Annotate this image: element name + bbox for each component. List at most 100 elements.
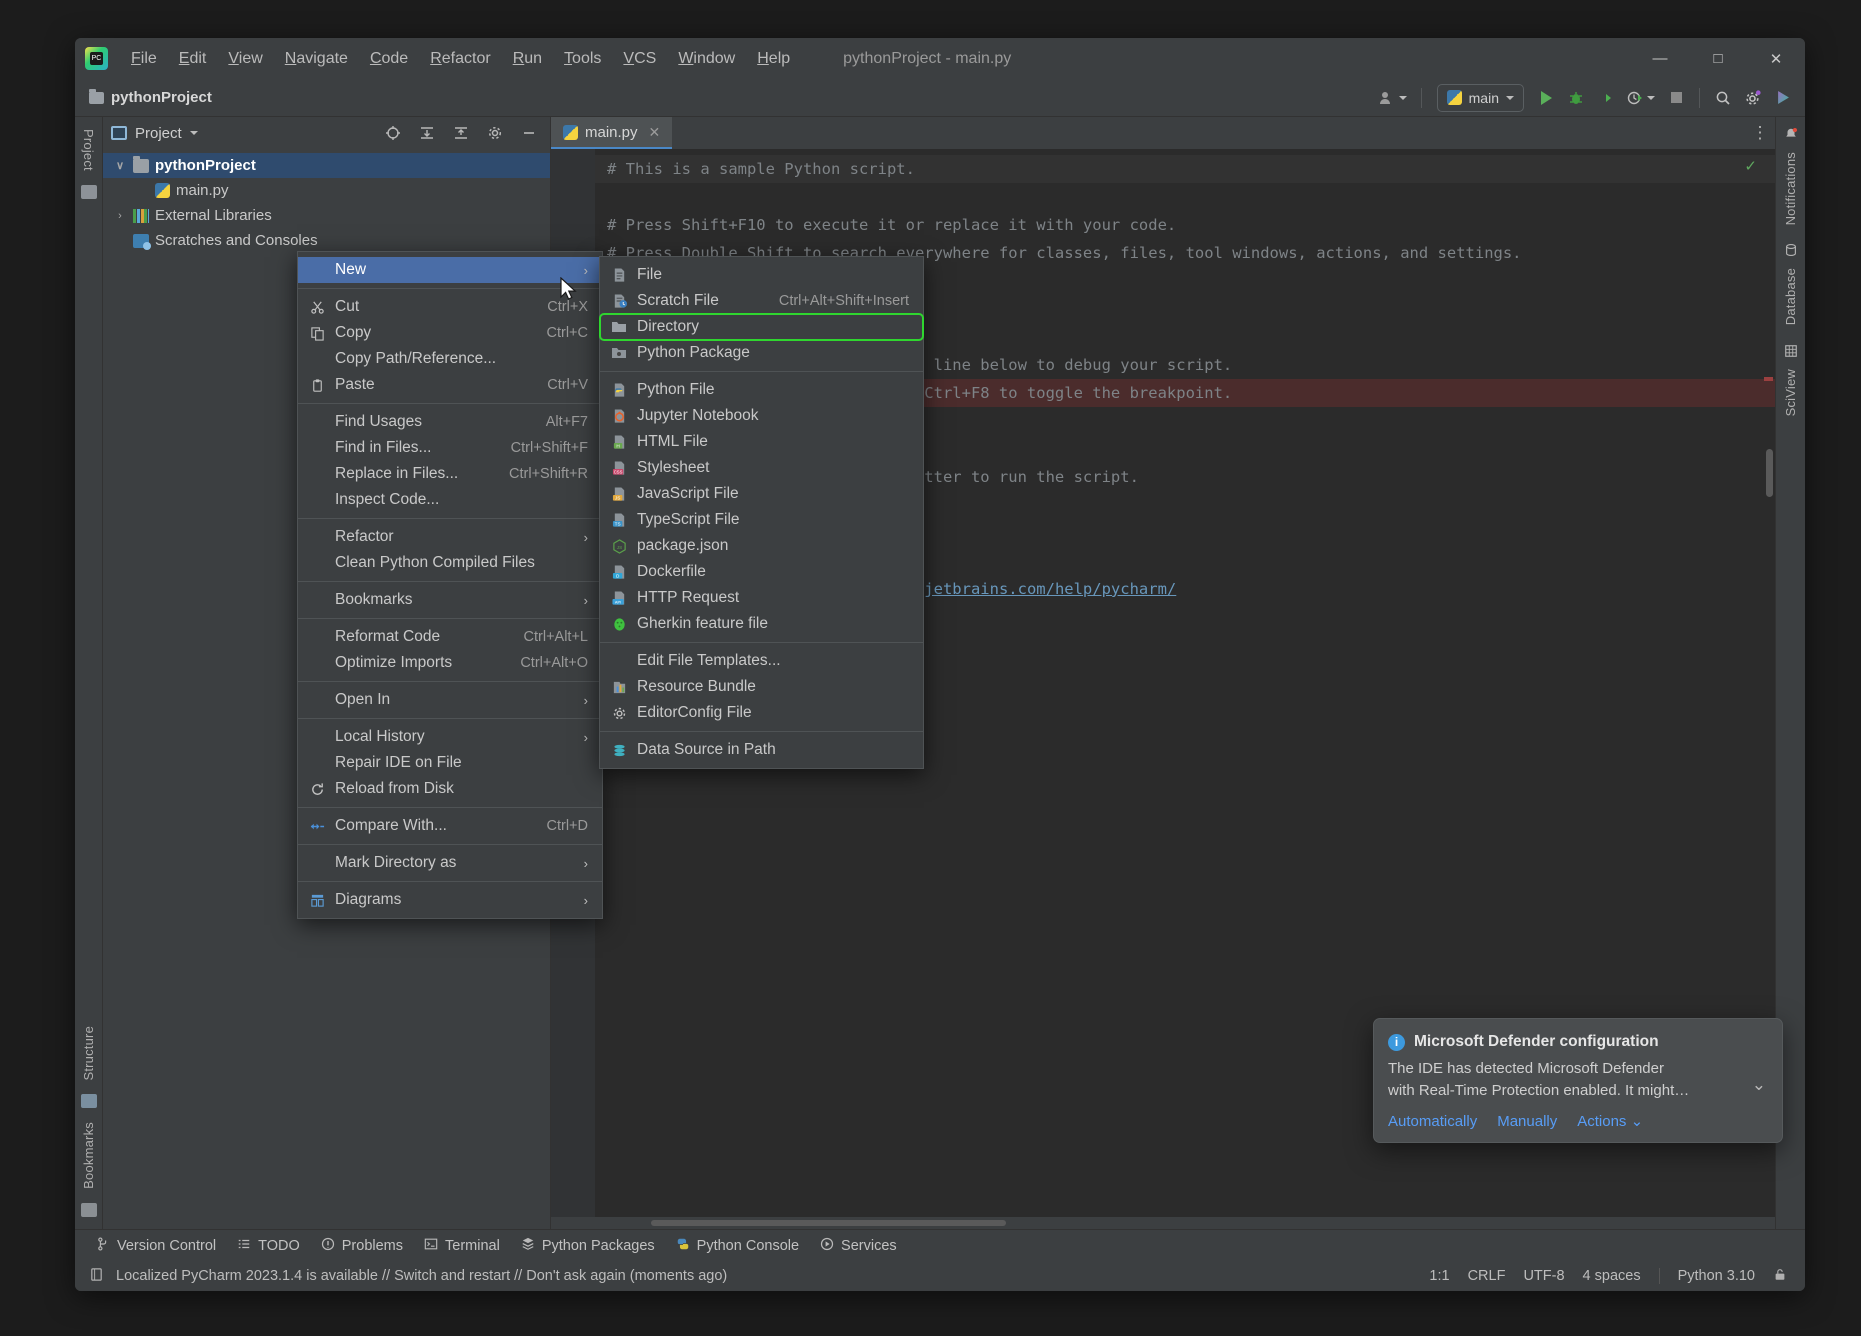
select-opened-file-icon[interactable] (380, 120, 406, 146)
chevron-down-icon[interactable]: ⌄ (1752, 1075, 1766, 1095)
menu-item-html-file[interactable]: H HTML File (600, 429, 923, 455)
more-actions-icon[interactable]: ⋮ (1745, 117, 1775, 149)
right-strip-item-database[interactable]: Database (1781, 239, 1800, 333)
editor-tab-main-py[interactable]: main.py ✕ (551, 117, 673, 149)
menu-item-stylesheet[interactable]: CSS Stylesheet (600, 455, 923, 481)
error-stripe-mark[interactable] (1764, 377, 1773, 381)
right-strip-item-notifications[interactable]: Notifications (1781, 123, 1800, 233)
debug-icon[interactable] (1562, 84, 1590, 112)
menu-item-copy[interactable]: Copy Ctrl+C (298, 320, 602, 346)
menu-item-copy-path-reference[interactable]: Copy Path/Reference... (298, 346, 602, 372)
menu-item-refactor[interactable]: Refactor › (298, 524, 602, 550)
tool-window-services[interactable]: Services (811, 1233, 906, 1258)
expand-arrow-icon[interactable]: › (113, 210, 127, 222)
menu-item-dockerfile[interactable]: D Dockerfile (600, 559, 923, 585)
profile-icon[interactable] (1622, 84, 1660, 112)
notification-link-automatically[interactable]: Automatically (1388, 1113, 1477, 1130)
python-interpreter[interactable]: Python 3.10 (1678, 1268, 1755, 1284)
menu-vcs[interactable]: VCS (612, 46, 667, 72)
menu-file[interactable]: File (120, 46, 168, 72)
expand-all-icon[interactable] (414, 120, 440, 146)
run-coverage-icon[interactable] (1592, 84, 1620, 112)
tool-window-todo[interactable]: TODO (228, 1233, 309, 1258)
menu-item-gherkin-feature-file[interactable]: Gherkin feature file (600, 611, 923, 637)
close-icon[interactable]: ✕ (649, 124, 661, 141)
settings-gear-icon[interactable] (482, 120, 508, 146)
context-menu[interactable]: New › Cut Ctrl+X Copy Ctrl+C Copy Path/Referen… (297, 251, 603, 919)
menu-item-http-request[interactable]: API HTTP Request (600, 585, 923, 611)
menu-item-repair-ide-on-file[interactable]: Repair IDE on File (298, 750, 602, 776)
structure-icon[interactable] (80, 1094, 97, 1109)
menu-item-local-history[interactable]: Local History › (298, 724, 602, 750)
tree-node-main-py[interactable]: main.py (103, 178, 550, 203)
notification-link-manually[interactable]: Manually (1497, 1113, 1557, 1130)
menu-item-javascript-file[interactable]: JS JavaScript File (600, 481, 923, 507)
tool-window-python-packages[interactable]: Python Packages (512, 1233, 664, 1258)
menu-item-cut[interactable]: Cut Ctrl+X (298, 294, 602, 320)
file-encoding[interactable]: UTF-8 (1523, 1268, 1564, 1284)
menu-item-jupyter-notebook[interactable]: Jupyter Notebook (600, 403, 923, 429)
menu-code[interactable]: Code (359, 46, 419, 72)
tool-window-version-control[interactable]: Version Control (87, 1233, 225, 1258)
menu-item-find-in-files[interactable]: Find in Files... Ctrl+Shift+F (298, 435, 602, 461)
expand-arrow-icon[interactable]: ∨ (113, 159, 127, 172)
indent-setting[interactable]: 4 spaces (1583, 1268, 1641, 1284)
menu-item-reload-from-disk[interactable]: Reload from Disk (298, 776, 602, 802)
run-configuration-selector[interactable]: main (1436, 83, 1524, 112)
chevron-down-icon[interactable] (189, 131, 198, 135)
run-icon[interactable] (1532, 84, 1560, 112)
strip-label-bookmarks[interactable]: Bookmarks (79, 1118, 98, 1193)
notification-link-actions[interactable]: Actions ⌄ (1577, 1112, 1643, 1130)
tree-node-scratches-and-consoles[interactable]: Scratches and Consoles (103, 228, 550, 253)
menu-item-python-package[interactable]: Python Package (600, 340, 923, 366)
notification-popup[interactable]: i Microsoft Defender configuration The I… (1373, 1018, 1783, 1143)
tree-node-pythonproject[interactable]: ∨ pythonProject (103, 153, 550, 178)
menu-item-replace-in-files[interactable]: Replace in Files... Ctrl+Shift+R (298, 461, 602, 487)
right-strip-item-sciview[interactable]: SciView (1781, 340, 1800, 424)
breadcrumb[interactable]: pythonProject (89, 88, 212, 106)
strip-label-structure[interactable]: Structure (79, 1022, 98, 1085)
menu-edit[interactable]: Edit (168, 46, 218, 72)
code-line[interactable] (595, 183, 1775, 211)
folder-icon[interactable] (80, 184, 97, 199)
tool-window-terminal[interactable]: Terminal (415, 1233, 509, 1258)
caret-position[interactable]: 1:1 (1429, 1268, 1449, 1284)
hide-panel-icon[interactable] (516, 120, 542, 146)
menu-item-new[interactable]: New › (298, 257, 602, 283)
menu-item-typescript-file[interactable]: TS TypeScript File (600, 507, 923, 533)
unlock-icon[interactable] (1773, 1267, 1787, 1286)
code-line[interactable]: # Press Shift+F10 to execute it or repla… (595, 211, 1775, 239)
menu-help[interactable]: Help (746, 46, 801, 72)
line-separator[interactable]: CRLF (1468, 1268, 1506, 1284)
menu-item-inspect-code[interactable]: Inspect Code... (298, 487, 602, 513)
menu-item-diagrams[interactable]: Diagrams › (298, 887, 602, 913)
status-message[interactable]: Localized PyCharm 2023.1.4 is available … (116, 1268, 727, 1284)
menu-item-directory[interactable]: Directory (599, 313, 924, 341)
tool-window-python-console[interactable]: Python Console (667, 1233, 808, 1258)
menu-item-resource-bundle[interactable]: Resource Bundle (600, 674, 923, 700)
menu-item-editorconfig-file[interactable]: EditorConfig File (600, 700, 923, 726)
close-button[interactable]: ✕ (1747, 38, 1805, 79)
minimize-button[interactable]: — (1631, 38, 1689, 79)
bookmark-icon[interactable] (80, 1203, 97, 1217)
menu-item-edit-file-templates[interactable]: Edit File Templates... (600, 648, 923, 674)
horizontal-scrollbar[interactable] (551, 1217, 1775, 1229)
menu-refactor[interactable]: Refactor (419, 46, 501, 72)
menu-view[interactable]: View (217, 46, 273, 72)
menu-item-find-usages[interactable]: Find Usages Alt+F7 (298, 409, 602, 435)
menu-run[interactable]: Run (502, 46, 553, 72)
menu-item-compare-with[interactable]: Compare With... Ctrl+D (298, 813, 602, 839)
menu-item-file[interactable]: File (600, 262, 923, 288)
new-submenu[interactable]: File Scratch File Ctrl+Alt+Shift+Insert Dir… (599, 256, 924, 769)
menu-item-optimize-imports[interactable]: Optimize Imports Ctrl+Alt+O (298, 650, 602, 676)
horizontal-scrollbar-thumb[interactable] (651, 1220, 1006, 1226)
maximize-button[interactable]: □ (1689, 38, 1747, 79)
menu-item-mark-directory-as[interactable]: Mark Directory as › (298, 850, 602, 876)
stop-icon[interactable] (1662, 84, 1690, 112)
menu-item-paste[interactable]: Paste Ctrl+V (298, 372, 602, 398)
menu-item-reformat-code[interactable]: Reformat Code Ctrl+Alt+L (298, 624, 602, 650)
user-account-icon[interactable] (1374, 84, 1412, 112)
tool-window-problems[interactable]: Problems (312, 1233, 412, 1258)
strip-label-project[interactable]: Project (79, 125, 98, 175)
editor-scrollbar-thumb[interactable] (1766, 449, 1773, 497)
